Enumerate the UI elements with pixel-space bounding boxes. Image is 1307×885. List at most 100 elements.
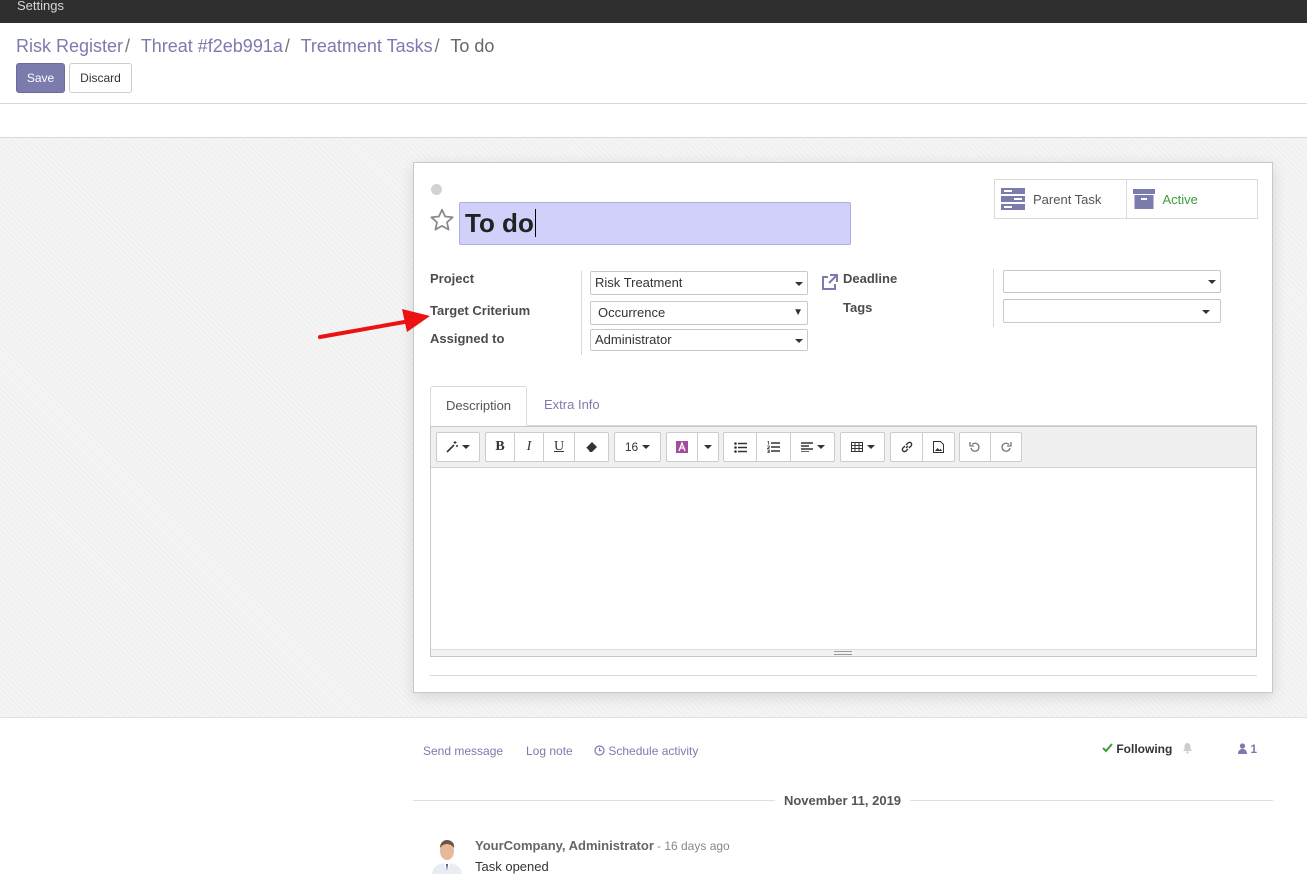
kanban-state-indicator[interactable] [431,184,442,195]
schedule-activity-label: Schedule activity [608,744,699,758]
message-author[interactable]: YourCompany, Administrator [475,838,654,853]
chevron-down-icon: ▼ [793,307,803,318]
tab-description[interactable]: Description [430,386,528,426]
tags-input[interactable] [1003,299,1221,323]
editor-content-area[interactable] [431,468,1256,649]
breadcrumb-threat[interactable]: Threat #f2eb991a [141,36,283,56]
form-sheet: To do Parent Task Active Project Target … [413,162,1273,693]
save-button[interactable]: Save [16,63,65,93]
control-panel: Risk Register / Threat #f2eb991a / Treatme… [0,23,1307,104]
followers-button[interactable]: 1 [1238,742,1257,756]
eraser-icon [585,441,597,452]
ordered-list-icon [767,441,780,453]
unordered-list-button[interactable] [723,432,757,462]
main-navbar: Settings [0,0,1307,23]
target-criterium-label: Target Criterium [430,303,531,318]
parent-task-button[interactable]: Parent Task [995,180,1126,218]
field-divider [993,269,994,327]
message-body: Task opened [475,859,549,874]
menu-settings[interactable]: Settings [17,0,64,13]
font-color-icon [676,441,688,453]
table-dropdown[interactable] [840,432,885,462]
bell-icon[interactable] [1182,742,1193,754]
avatar [430,836,464,874]
redo-icon [1001,442,1012,452]
link-button[interactable] [890,432,923,462]
message-date: - 16 days ago [657,839,730,853]
picture-button[interactable] [922,432,955,462]
chevron-down-icon [1208,280,1216,284]
followers-count: 1 [1250,742,1258,756]
clear-format-button[interactable] [574,432,609,462]
active-label: Active [1162,191,1198,207]
chevron-down-icon [462,445,470,449]
font-size-dropdown[interactable]: 16 [614,432,661,462]
description-editor: B I U 16 [430,426,1257,657]
paragraph-align-dropdown[interactable] [790,432,835,462]
align-icon [800,442,813,452]
project-label: Project [430,271,475,286]
active-toggle-button[interactable]: Active [1125,180,1258,218]
following-label: Following [1116,742,1173,756]
bold-button[interactable]: B [485,432,515,462]
deadline-label: Deadline [843,271,898,286]
assigned-to-value: Administrator [595,332,672,347]
target-criterium-select[interactable]: Occurrence ▼ [590,301,808,325]
date-separator: November 11, 2019 [775,793,910,808]
ordered-list-button[interactable] [756,432,791,462]
chevron-down-icon [1202,310,1210,314]
picture-icon [933,441,944,453]
tab-extra-info[interactable]: Extra Info [529,386,615,426]
breadcrumb-separator: / [284,36,290,56]
deadline-input[interactable] [1003,270,1221,293]
form-background: To do Parent Task Active Project Target … [0,138,1307,718]
external-link-icon[interactable] [819,273,839,293]
project-value: Risk Treatment [595,275,683,290]
table-icon [850,442,863,452]
log-note-button[interactable]: Log note [526,744,573,758]
unordered-list-icon [733,441,747,453]
editor-resize-handle[interactable] [431,649,1256,656]
resize-grip-icon [834,651,852,655]
parent-task-label: Parent Task [1033,191,1102,207]
notebook-tabs: Description Extra Info [430,386,1257,426]
chevron-down-icon [795,339,803,343]
clock-icon [594,745,605,756]
breadcrumb-treatment-tasks[interactable]: Treatment Tasks [301,36,433,56]
style-dropdown[interactable] [436,432,480,462]
link-icon [901,441,912,453]
archive-icon [1132,189,1155,209]
breadcrumb-separator: / [434,36,440,56]
chevron-down-icon [795,282,803,286]
chevron-down-icon [642,445,651,449]
magic-wand-icon [446,441,458,453]
assigned-to-select[interactable]: Administrator [590,329,808,351]
project-select[interactable]: Risk Treatment [590,271,808,295]
task-title-input[interactable]: To do [459,202,851,245]
user-icon [1238,743,1247,754]
field-divider [581,271,582,355]
breadcrumb-current: To do [450,36,495,56]
editor-toolbar: B I U 16 [431,427,1256,468]
following-button[interactable]: Following [1102,742,1172,756]
chevron-down-icon [704,445,712,449]
font-color-dropdown[interactable] [697,432,719,462]
redo-button[interactable] [990,432,1022,462]
smart-buttons: Parent Task Active [994,179,1258,219]
send-message-button[interactable]: Send message [423,744,503,758]
underline-button[interactable]: U [543,432,575,462]
sheet-divider [430,675,1257,676]
font-size-value: 16 [624,440,639,454]
chevron-down-icon [816,445,825,449]
schedule-activity-button[interactable]: Schedule activity [594,744,698,758]
italic-button[interactable]: I [514,432,544,462]
font-color-button[interactable] [666,432,698,462]
breadcrumb-risk-register[interactable]: Risk Register [16,36,123,56]
annotation-arrow [318,309,430,339]
undo-icon [969,442,980,452]
statusbar-area [0,104,1307,138]
star-icon[interactable] [429,207,455,233]
task-title-text: To do [465,208,534,238]
undo-button[interactable] [959,432,991,462]
discard-button[interactable]: Discard [69,63,132,93]
